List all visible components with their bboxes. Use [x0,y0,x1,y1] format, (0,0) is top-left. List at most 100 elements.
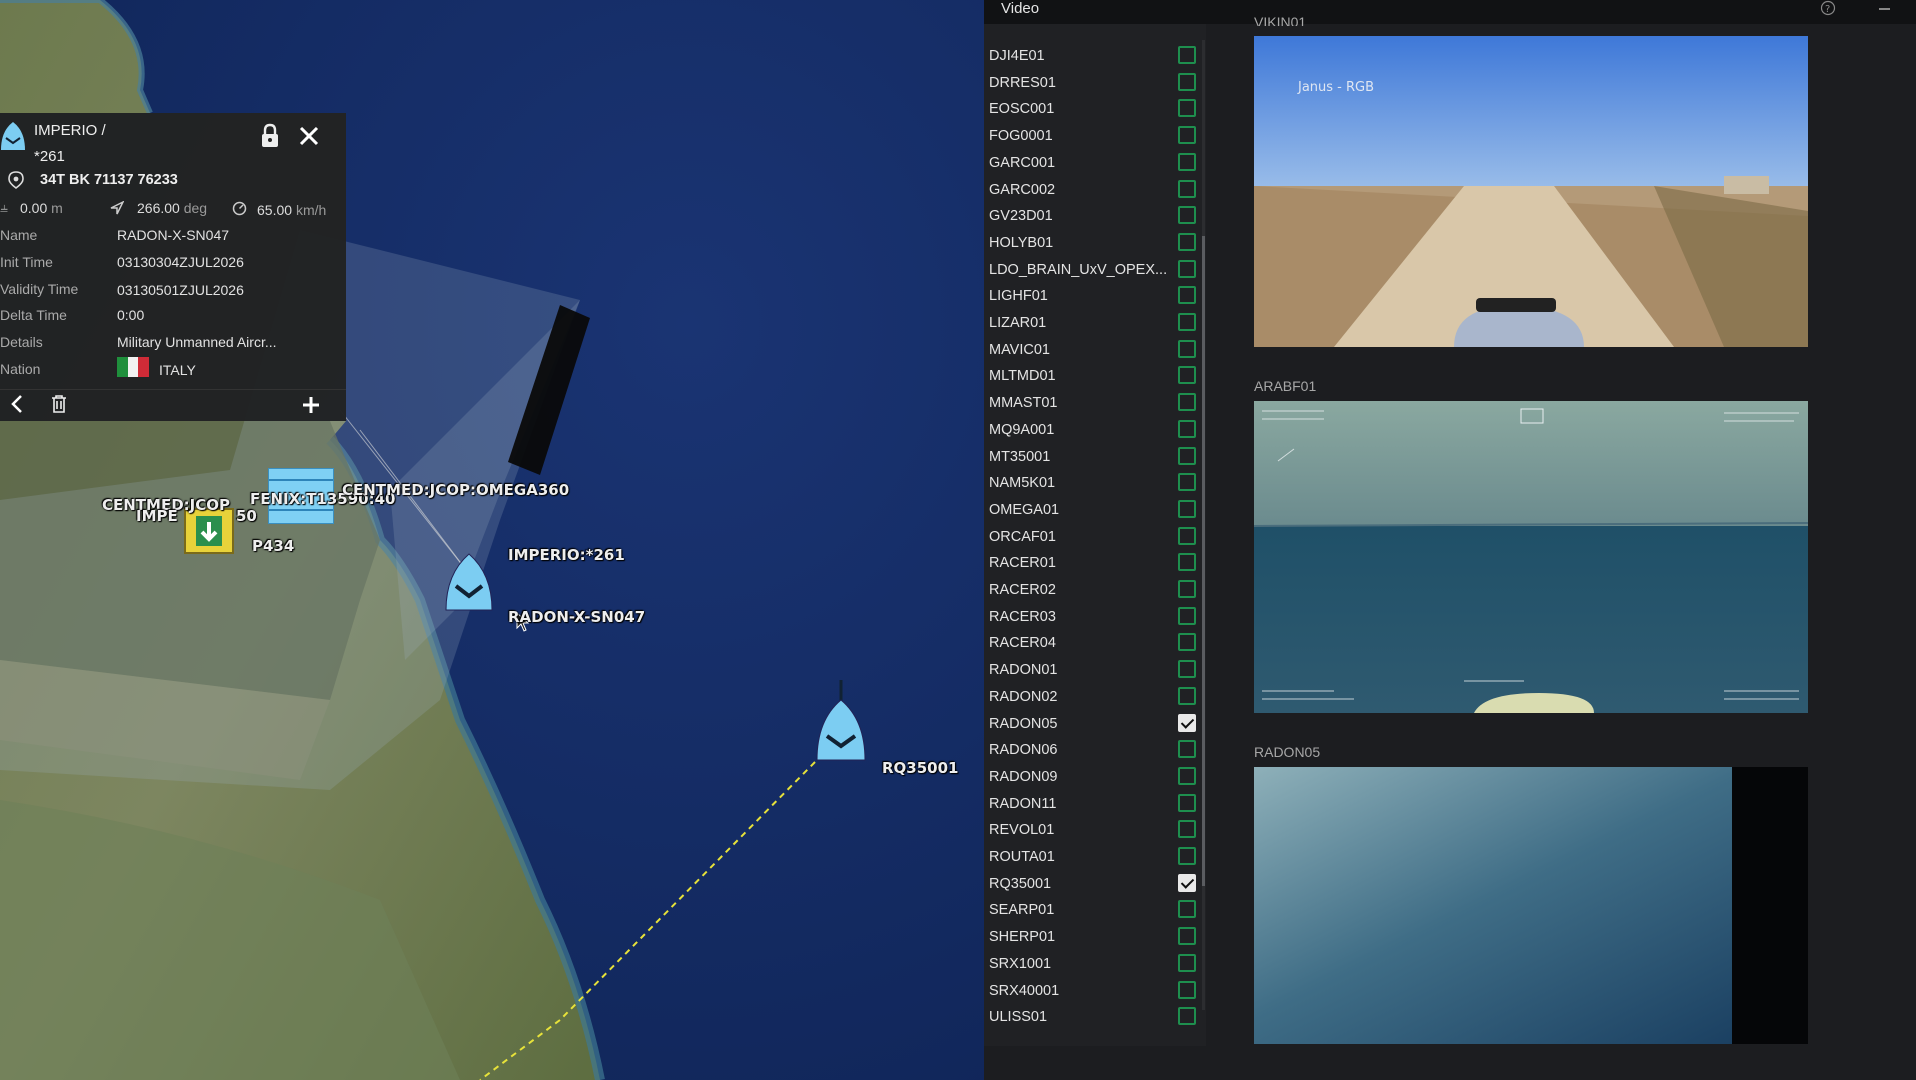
video-source-checkbox[interactable] [1178,873,1196,892]
video-source-checkbox[interactable] [1178,980,1196,999]
map-label-rq35001[interactable]: RQ35001 [882,759,959,777]
video-source-item[interactable]: HOLYB01 [989,231,1199,257]
video-source-item[interactable]: RADON06 [989,738,1199,764]
video-source-item[interactable]: REVOL01 [989,818,1199,844]
video-feed-2[interactable] [1254,401,1808,713]
video-source-checkbox[interactable] [1178,339,1196,358]
drone-rq35001-icon[interactable] [815,680,867,762]
video-source-item[interactable]: RACER03 [989,605,1199,631]
video-source-item[interactable]: FOG0001 [989,124,1199,150]
map-label-radon[interactable]: RADON-X-SN047 [508,608,645,626]
video-source-label: ORCAF01 [989,528,1056,545]
video-source-checkbox[interactable] [1178,313,1196,331]
details-label: Details [0,334,43,350]
video-source-checkbox[interactable] [1178,847,1196,865]
video-source-item[interactable]: SRX40001 [989,979,1199,1005]
video-source-item[interactable]: ULISS01 [989,1005,1199,1031]
video-source-checkbox[interactable] [1178,366,1196,385]
video-source-item[interactable]: RACER01 [989,551,1199,577]
video-source-item[interactable]: RQ35001 [989,872,1199,898]
video-source-checkbox[interactable] [1178,152,1196,171]
video-source-item[interactable]: LDO_BRAIN_UxV_OPEX... [989,258,1199,284]
video-source-item[interactable]: MAVIC01 [989,338,1199,364]
video-source-item[interactable]: MQ9A001 [989,418,1199,444]
video-source-item[interactable]: DJI4E01 [989,44,1199,70]
video-source-checkbox[interactable] [1178,740,1196,759]
close-icon[interactable] [298,125,320,147]
speed-unit: km/h [295,202,327,218]
video-source-checkbox[interactable] [1178,72,1196,91]
plus-icon[interactable] [300,394,322,416]
video-source-checkbox[interactable] [1178,900,1196,919]
video-source-item[interactable]: MMAST01 [989,391,1199,417]
video-source-item[interactable]: MLTMD01 [989,364,1199,390]
video-source-checkbox[interactable] [1178,633,1196,652]
map-label-p434[interactable]: P434 [252,537,294,555]
video-source-item[interactable]: SRX1001 [989,952,1199,978]
lock-icon[interactable] [260,123,280,149]
video-source-checkbox[interactable] [1178,473,1196,492]
video-source-checkbox[interactable] [1178,526,1196,545]
video-source-checkbox[interactable] [1178,232,1196,251]
map-label-imperio[interactable]: IMPERIO:*261 [508,546,625,564]
video-source-item[interactable]: MT35001 [989,445,1199,471]
map-label-fifty[interactable]: 50 [236,507,257,525]
video-source-item[interactable]: ORCAF01 [989,525,1199,551]
video-source-item[interactable]: ROUTA01 [989,845,1199,871]
video-source-checkbox[interactable] [1178,393,1196,412]
video-source-checkbox[interactable] [1178,259,1196,278]
help-icon[interactable]: ? [1820,0,1836,16]
video-source-item[interactable]: RADON05 [989,712,1199,738]
video-source-checkbox[interactable] [1178,553,1196,572]
video-source-checkbox[interactable] [1178,820,1196,839]
location-pin-icon [8,171,24,189]
map-view[interactable]: CENTMED:JCOP IMPE 50 FENIX:T13590:40 CEN… [0,0,984,1080]
video-source-checkbox[interactable] [1178,46,1196,64]
video-source-item[interactable]: RADON01 [989,658,1199,684]
video-source-item[interactable]: RACER02 [989,578,1199,604]
video-source-checkbox[interactable] [1178,499,1196,518]
map-label-omega[interactable]: CENTMED:JCOP:OMEGA360 [342,481,569,499]
list-scrollbar-thumb[interactable] [1202,236,1205,886]
video-source-item[interactable]: GV23D01 [989,204,1199,230]
video-source-item[interactable]: EOSC001 [989,97,1199,123]
video-source-checkbox[interactable] [1178,766,1196,785]
video-source-checkbox[interactable] [1178,126,1196,145]
video-source-checkbox[interactable] [1178,179,1196,198]
video-source-item[interactable]: SHERP01 [989,925,1199,951]
video-source-item[interactable]: GARC001 [989,151,1199,177]
video-source-checkbox[interactable] [1178,686,1196,705]
video-feed-3[interactable] [1254,767,1808,1044]
chevron-left-icon[interactable] [10,393,24,415]
download-marker[interactable] [184,508,234,554]
video-source-checkbox[interactable] [1178,419,1196,438]
video-source-checkbox[interactable] [1178,580,1196,598]
video-source-item[interactable]: RACER04 [989,631,1199,657]
video-feed-1[interactable]: Janus - RGB [1254,36,1808,347]
video-source-checkbox[interactable] [1178,206,1196,225]
video-source-item[interactable]: OMEGA01 [989,498,1199,524]
map-label-impe[interactable]: IMPE [136,507,178,525]
video-source-item[interactable]: SEARP01 [989,898,1199,924]
video-source-checkbox[interactable] [1178,793,1196,812]
video-source-checkbox[interactable] [1178,99,1196,118]
video-source-item[interactable]: RADON02 [989,685,1199,711]
video-source-item[interactable]: LIZAR01 [989,311,1199,337]
video-source-checkbox[interactable] [1178,606,1196,625]
drone-imperio-icon[interactable] [444,552,494,612]
video-source-item[interactable]: LIGHF01 [989,284,1199,310]
video-source-checkbox[interactable] [1178,660,1196,679]
video-source-checkbox[interactable] [1178,713,1196,732]
video-source-checkbox[interactable] [1178,286,1196,305]
video-source-item[interactable]: RADON11 [989,792,1199,818]
video-source-item[interactable]: DRRES01 [989,71,1199,97]
video-source-checkbox[interactable] [1178,446,1196,465]
video-source-checkbox[interactable] [1178,927,1196,946]
video-source-item[interactable]: GARC002 [989,178,1199,204]
video-source-item[interactable]: NAM5K01 [989,471,1199,497]
trash-icon[interactable] [50,394,68,414]
minimize-icon[interactable] [1879,8,1890,10]
video-source-checkbox[interactable] [1178,953,1196,972]
video-source-checkbox[interactable] [1178,1007,1196,1026]
video-source-item[interactable]: RADON09 [989,765,1199,791]
